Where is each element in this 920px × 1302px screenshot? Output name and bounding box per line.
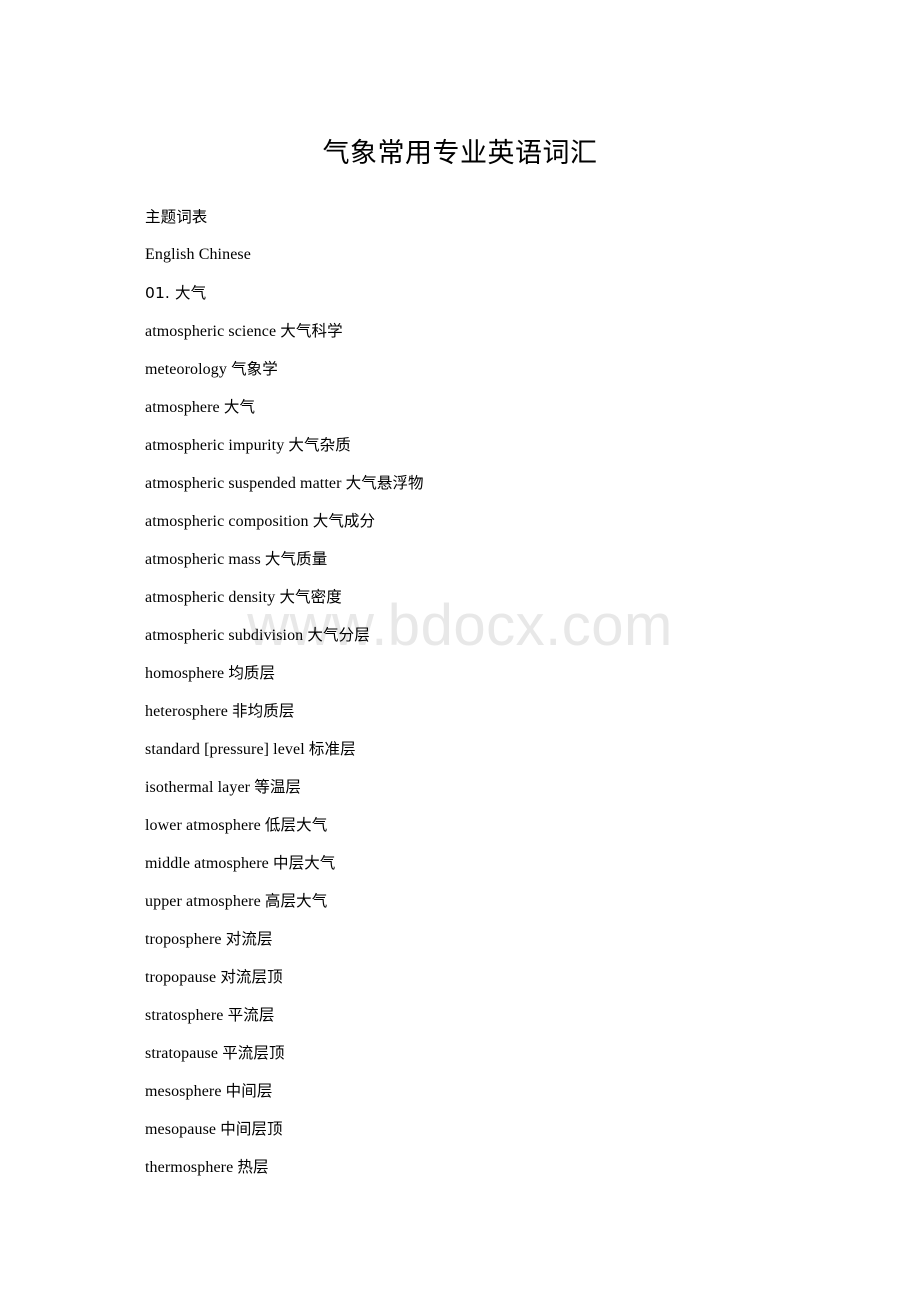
glossary-entry: troposphere 对流层 [145, 920, 885, 958]
entry-english: atmospheric science [145, 323, 277, 340]
entry-chinese: 大气密度 [279, 588, 342, 606]
glossary-entry: thermosphere 热层 [145, 1148, 885, 1186]
entry-chinese: 大气悬浮物 [345, 474, 424, 492]
entry-chinese: 均质层 [228, 664, 276, 682]
glossary-entry: atmospheric science 大气科学 [145, 312, 885, 350]
glossary-body: 主题词表 English Chinese 01. 大气 atmospheric … [145, 198, 885, 1186]
entry-english: middle atmosphere [145, 855, 269, 872]
entry-chinese: 热层 [237, 1158, 269, 1176]
subject-list-label: 主题词表 [145, 208, 208, 226]
entry-english: atmospheric impurity [145, 437, 285, 454]
entry-english: standard [pressure] level [145, 741, 305, 758]
glossary-entry: tropopause 对流层顶 [145, 958, 885, 996]
document-page: www.bdocx.com 气象常用专业英语词汇 主题词表 English Ch… [0, 0, 920, 1302]
entry-chinese: 非均质层 [232, 702, 295, 720]
entry-chinese: 大气分层 [307, 626, 370, 644]
entry-english: thermosphere [145, 1159, 234, 1176]
page-title: 气象常用专业英语词汇 [322, 138, 598, 168]
glossary-entry-list: atmospheric science 大气科学 meteorology 气象学 a… [145, 312, 885, 1186]
entry-chinese: 平流层顶 [222, 1044, 285, 1062]
entry-chinese: 大气质量 [264, 550, 328, 568]
glossary-entry: lower atmosphere 低层大气 [145, 806, 885, 844]
entry-chinese: 低层大气 [264, 816, 328, 834]
entry-english: meteorology [145, 361, 227, 378]
entry-chinese: 等温层 [254, 778, 302, 796]
entry-english: stratopause [145, 1045, 219, 1062]
entry-english: isothermal layer [145, 779, 251, 796]
entry-chinese: 气象学 [231, 360, 278, 378]
entry-english: atmospheric subdivision [145, 627, 304, 644]
entry-chinese: 高层大气 [264, 892, 328, 910]
glossary-entry: heterosphere 非均质层 [145, 692, 885, 730]
entry-english: heterosphere [145, 703, 228, 720]
column-header: English Chinese [145, 246, 251, 263]
glossary-entry: middle atmosphere 中层大气 [145, 844, 885, 882]
glossary-entry: atmospheric composition 大气成分 [145, 502, 885, 540]
entry-english: troposphere [145, 931, 222, 948]
entry-chinese: 中间层顶 [220, 1120, 283, 1138]
entry-chinese: 对流层顶 [220, 968, 283, 986]
glossary-entry: meteorology 气象学 [145, 350, 885, 388]
glossary-entry: standard [pressure] level 标准层 [145, 730, 885, 768]
glossary-entry: atmospheric mass 大气质量 [145, 540, 885, 578]
entry-chinese: 大气 [223, 398, 256, 416]
entry-english: stratosphere [145, 1007, 224, 1024]
entry-chinese: 平流层 [227, 1006, 275, 1024]
entry-english: atmosphere [145, 399, 220, 416]
entry-english: atmospheric mass [145, 551, 261, 568]
entry-english: tropopause [145, 969, 217, 986]
glossary-entry: mesopause 中间层顶 [145, 1110, 885, 1148]
glossary-entry: stratopause 平流层顶 [145, 1034, 885, 1072]
glossary-entry: stratosphere 平流层 [145, 996, 885, 1034]
glossary-entry: isothermal layer 等温层 [145, 768, 885, 806]
glossary-entry: mesosphere 中间层 [145, 1072, 885, 1110]
entry-english: atmospheric suspended matter [145, 475, 342, 492]
glossary-entry: atmospheric density 大气密度 [145, 578, 885, 616]
glossary-entry: atmosphere 大气 [145, 388, 885, 426]
entry-english: atmospheric density [145, 589, 276, 606]
glossary-entry: atmospheric subdivision 大气分层 [145, 616, 885, 654]
entry-chinese: 大气杂质 [288, 436, 351, 454]
entry-english: upper atmosphere [145, 893, 261, 910]
entry-chinese: 大气科学 [280, 322, 343, 340]
section-number-label: 01. 大气 [145, 284, 207, 302]
entry-english: homosphere [145, 665, 225, 682]
glossary-entry: upper atmosphere 高层大气 [145, 882, 885, 920]
glossary-entry: homosphere 均质层 [145, 654, 885, 692]
glossary-entry: atmospheric impurity 大气杂质 [145, 426, 885, 464]
entry-chinese: 大气成分 [312, 512, 376, 530]
entry-english: mesopause [145, 1121, 217, 1138]
glossary-entry: atmospheric suspended matter 大气悬浮物 [145, 464, 885, 502]
entry-chinese: 标准层 [308, 740, 356, 758]
entry-chinese: 中间层 [225, 1082, 273, 1100]
entry-english: atmospheric composition [145, 513, 309, 530]
entry-english: mesosphere [145, 1083, 222, 1100]
entry-english: lower atmosphere [145, 817, 261, 834]
entry-chinese: 对流层 [225, 930, 273, 948]
entry-chinese: 中层大气 [273, 854, 336, 872]
